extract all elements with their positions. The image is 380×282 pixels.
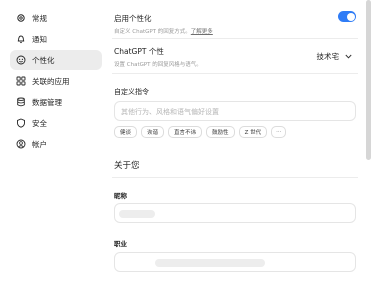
chip-gen-z[interactable]: Z 世代	[238, 126, 268, 138]
sidebar-item-label: 常规	[32, 13, 47, 23]
database-icon	[16, 97, 26, 107]
redacted-value	[119, 210, 155, 218]
sidebar-item-data-controls[interactable]: 数据管理	[10, 92, 102, 112]
chevron-down-icon	[339, 52, 352, 61]
custom-instructions-title: 自定义指令	[114, 88, 149, 96]
enable-personalization-description: 自定义 ChatGPT 的回复方式。了解更多	[114, 29, 213, 35]
job-field[interactable]	[114, 252, 356, 272]
sidebar-item-notifications[interactable]: 通知	[10, 29, 102, 49]
sidebar-item-security[interactable]: 安全	[10, 113, 102, 133]
personality-select[interactable]: 技术宅	[317, 51, 353, 62]
nickname-field[interactable]	[114, 203, 356, 223]
personalization-icon	[16, 55, 26, 65]
nickname-label: 昵称	[114, 192, 127, 200]
about-you-title: 关于您	[114, 161, 140, 171]
enable-personalization-title: 启用个性化	[114, 14, 152, 23]
chip-witty[interactable]: 诙谐	[141, 126, 165, 138]
sidebar-item-connected-apps[interactable]: 关联的应用	[10, 71, 102, 91]
divider	[112, 177, 358, 178]
personality-description: 设置 ChatGPT 的回复风格与语气。	[114, 62, 202, 68]
gear-icon	[16, 13, 26, 23]
personality-selected-value: 技术宅	[316, 52, 340, 61]
shield-icon	[16, 118, 26, 128]
chip-chatty[interactable]: 健谈	[114, 126, 138, 138]
sidebar-item-general[interactable]: 常规	[10, 8, 102, 28]
account-icon	[16, 139, 26, 149]
sidebar-item-personalization[interactable]: 个性化	[10, 50, 102, 70]
sidebar-item-account[interactable]: 帐户	[10, 134, 102, 154]
sidebar-item-label: 通知	[32, 34, 47, 44]
personality-row: ChatGPT 个性 设置 ChatGPT 的回复风格与语气。	[114, 46, 202, 68]
instruction-chips: 健谈 诙谐 直言不讳 鼓励性 Z 世代 ···	[114, 126, 290, 138]
chip-straight-shooting[interactable]: 直言不讳	[168, 126, 203, 138]
chip-encouraging[interactable]: 鼓励性	[206, 126, 235, 138]
sidebar-item-label: 个性化	[32, 55, 55, 65]
divider	[112, 73, 358, 74]
personality-title: ChatGPT 个性	[114, 47, 164, 56]
personalization-panel: 启用个性化 自定义 ChatGPT 的回复方式。了解更多 ChatGPT 个性 …	[112, 0, 358, 282]
custom-instructions-input[interactable]: 其他行为、风格和语气偏好设置	[114, 101, 356, 121]
enable-personalization-toggle[interactable]	[338, 11, 356, 22]
sidebar-item-label: 数据管理	[32, 97, 62, 107]
apps-grid-icon	[16, 76, 26, 86]
scrollbar[interactable]	[366, 0, 371, 160]
redacted-value	[155, 259, 265, 267]
divider	[112, 38, 358, 39]
job-label: 职业	[114, 240, 127, 248]
enable-personalization-row: 启用个性化 自定义 ChatGPT 的回复方式。了解更多	[114, 13, 213, 35]
sidebar-item-label: 关联的应用	[32, 76, 70, 86]
sidebar-item-label: 安全	[32, 118, 47, 128]
learn-more-link[interactable]: 了解更多	[191, 29, 213, 35]
bell-icon	[16, 34, 26, 44]
settings-sidebar: 常规 通知 个性化 关联的应用 数据管理 安全 帐户	[0, 0, 104, 282]
chip-more-button[interactable]: ···	[271, 126, 287, 138]
sidebar-item-label: 帐户	[32, 139, 47, 149]
